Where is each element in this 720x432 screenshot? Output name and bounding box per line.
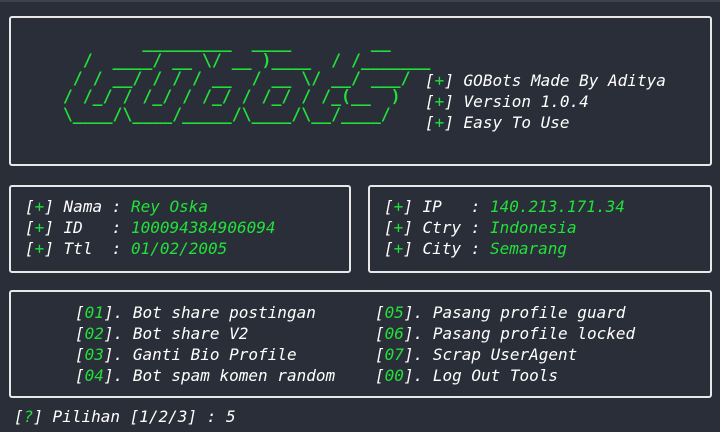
menu-item-03[interactable]: [03]. Ganti Bio Profile <box>75 344 297 365</box>
menu-panel: [01]. Bot share postingan [02]. Bot shar… <box>9 290 712 398</box>
network-city-row: [+] City : Semarang <box>384 239 568 258</box>
menu-item-06[interactable]: [06]. Pasang profile locked <box>375 323 635 344</box>
network-country-row: [+] Ctry : Indonesia <box>384 218 577 237</box>
info-line-tagline: [+] Easy To Use <box>425 113 570 132</box>
menu-item-02[interactable]: [02]. Bot share V2 <box>75 323 248 344</box>
menu-item-01[interactable]: [01]. Bot share postingan <box>75 302 316 323</box>
prompt-marker: ? <box>23 407 34 426</box>
user-name-row: [+] Nama : Rey Oska <box>25 197 209 216</box>
network-info-panel: [+] IP : 140.213.171.34 [+] Ctry : Indon… <box>368 185 712 273</box>
prompt-input-value[interactable]: 5 <box>226 407 236 426</box>
user-info-panel: [+] Nama : Rey Oska [+] ID : 10009438490… <box>9 185 351 273</box>
menu-item-07[interactable]: [07]. Scrap UserAgent <box>375 344 577 365</box>
menu-item-00[interactable]: [00]. Log Out Tools <box>375 365 558 386</box>
menu-item-04[interactable]: [04]. Bot spam komen random <box>75 365 335 386</box>
info-line-author: [+] GOBots Made By Aditya <box>425 71 666 90</box>
user-ttl-row: [+] Ttl : 01/02/2005 <box>25 239 228 258</box>
window-top-edge <box>0 0 720 2</box>
prompt-label: Pilihan [1/2/3] : <box>52 407 226 426</box>
user-id-row: [+] ID : 100094384906094 <box>25 218 276 237</box>
menu-item-05[interactable]: [05]. Pasang profile guard <box>375 302 625 323</box>
gobots-ascii-logo: _________ ____ __ / ____/ __ \/ __ )____… <box>43 33 431 124</box>
selection-prompt[interactable]: [?] Pilihan [1/2/3] : 5 <box>14 406 236 427</box>
network-ip-row: [+] IP : 140.213.171.34 <box>384 197 625 216</box>
info-line-version: [+] Version 1.0.4 <box>425 92 589 111</box>
banner-panel: _________ ____ __ / ____/ __ \/ __ )____… <box>9 16 712 166</box>
